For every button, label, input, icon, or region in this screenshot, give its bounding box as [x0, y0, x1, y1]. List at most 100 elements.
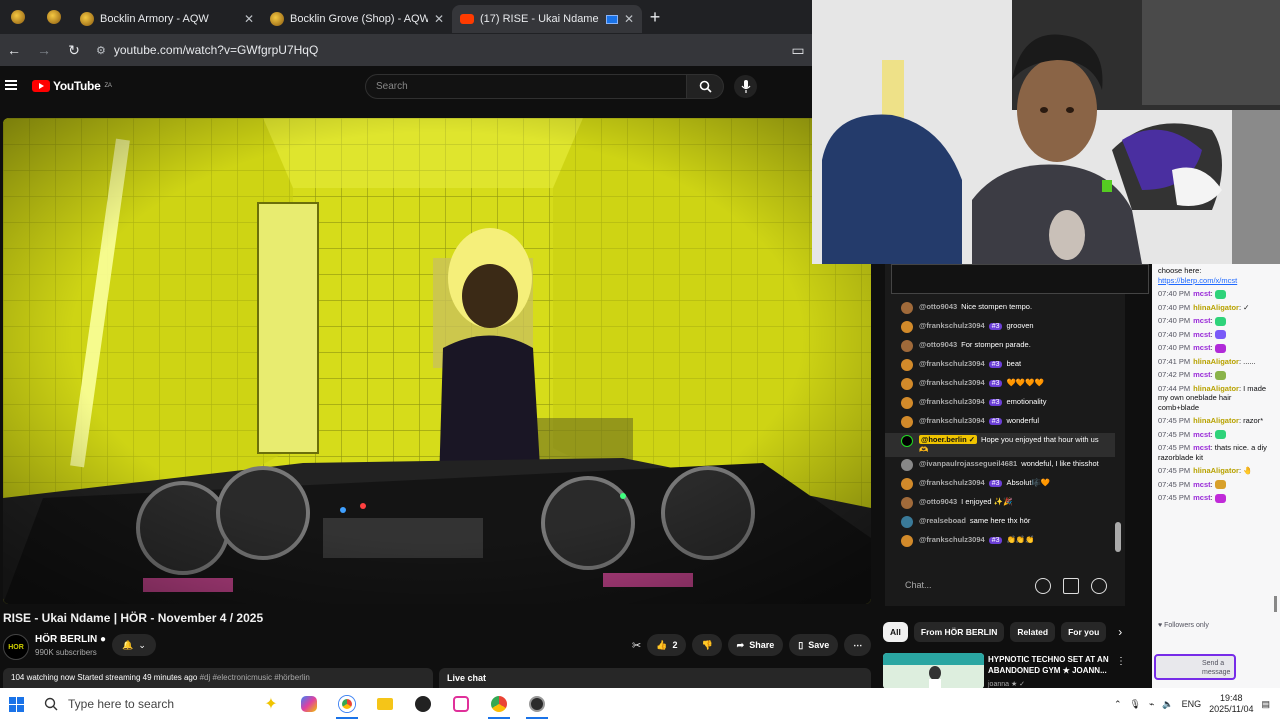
- back-arrow-icon[interactable]: ←: [6, 42, 22, 58]
- chat-author-avatar[interactable]: [901, 397, 913, 409]
- steam-icon[interactable]: [404, 688, 442, 720]
- chat-author-avatar[interactable]: [901, 340, 913, 352]
- forward-arrow-icon[interactable]: →: [36, 42, 52, 58]
- channel-name[interactable]: HÖR BERLIN ●: [35, 634, 106, 645]
- volume-icon[interactable]: 🔈: [1162, 699, 1173, 710]
- emoji-icon[interactable]: [1035, 578, 1051, 594]
- video-player[interactable]: [3, 118, 871, 604]
- stream-chat-username[interactable]: mcst: [1193, 430, 1211, 439]
- chat-author-avatar[interactable]: [901, 516, 913, 528]
- chat-author-name[interactable]: @frankschulz3094: [919, 478, 985, 487]
- share-button[interactable]: ➦ Share: [727, 634, 784, 656]
- chat-author-name[interactable]: @otto9043: [919, 497, 957, 506]
- like-button[interactable]: 👍 2: [647, 634, 687, 656]
- subscription-bell-button[interactable]: 🔔 ⌄: [112, 634, 156, 656]
- stream-chat-username[interactable]: mcst: [1193, 493, 1211, 502]
- chrome-icon[interactable]: [328, 688, 366, 720]
- tab-bocklin-armory[interactable]: Bocklin Armory - AQW ✕: [72, 5, 262, 33]
- chat-author-avatar[interactable]: [901, 378, 913, 390]
- stream-chat-username[interactable]: mcst: [1193, 289, 1211, 298]
- chip-for-you[interactable]: For you: [1061, 622, 1107, 642]
- sparkle-widget-icon[interactable]: ✦: [252, 688, 290, 720]
- related-video-thumbnail[interactable]: [883, 653, 984, 689]
- close-tab-icon[interactable]: ✕: [624, 12, 634, 26]
- pinned-tab-1[interactable]: [0, 0, 36, 34]
- cast-icon[interactable]: ▭: [790, 42, 806, 59]
- chat-author-name[interactable]: @frankschulz3094: [919, 397, 985, 406]
- voice-search-button[interactable]: [734, 75, 757, 98]
- chat-author-name[interactable]: @otto9043: [919, 340, 957, 349]
- new-tab-button[interactable]: +: [642, 7, 668, 28]
- chat-author-name[interactable]: @frankschulz3094: [919, 359, 985, 368]
- chat-author-avatar[interactable]: [901, 497, 913, 509]
- chat-author-avatar[interactable]: [901, 302, 913, 314]
- tab-youtube-active[interactable]: (17) RISE - Ukai Ndame | HÖ ✕: [452, 5, 642, 33]
- chat-author-avatar[interactable]: [901, 459, 913, 471]
- stream-chat-username[interactable]: hlinaAligator: [1193, 416, 1239, 425]
- copilot-icon[interactable]: [290, 688, 328, 720]
- hamburger-menu-icon[interactable]: [5, 80, 17, 90]
- related-video-title[interactable]: HYPNOTIC TECHNO SET AT AN ABANDONED GYM …: [988, 654, 1116, 676]
- chip-related[interactable]: Related: [1010, 622, 1056, 642]
- network-icon[interactable]: ⌁: [1149, 699, 1154, 710]
- stream-chat-username[interactable]: hlinaAligator: [1193, 357, 1239, 366]
- chat-author-name[interactable]: @ivanpaulrojassegueil4681: [919, 459, 1017, 468]
- clock[interactable]: 19:48 2025/11/04: [1209, 693, 1253, 715]
- channel-avatar[interactable]: HOR: [3, 634, 29, 660]
- super-chat-icon[interactable]: [1063, 578, 1079, 594]
- description-box[interactable]: 104 watching now Started streaming 49 mi…: [3, 668, 433, 690]
- start-button[interactable]: [0, 688, 32, 720]
- close-tab-icon[interactable]: ✕: [434, 12, 444, 26]
- chip-from-channel[interactable]: From HÖR BERLIN: [913, 622, 1005, 642]
- stream-chat-username[interactable]: mcst: [1193, 480, 1211, 489]
- stream-chat-username[interactable]: mcst: [1193, 343, 1211, 352]
- chat-author-avatar[interactable]: [901, 478, 913, 490]
- stream-chat-username[interactable]: mcst: [1193, 330, 1211, 339]
- chat-author-avatar[interactable]: [901, 359, 913, 371]
- chat-author-avatar[interactable]: [901, 416, 913, 428]
- tab-bocklin-grove[interactable]: Bocklin Grove (Shop) - AQW ✕: [262, 5, 452, 33]
- file-explorer-icon[interactable]: [366, 688, 404, 720]
- taskbar-search[interactable]: Type here to search: [32, 688, 252, 720]
- stream-chat-username[interactable]: hlinaAligator: [1193, 466, 1239, 475]
- chat-input[interactable]: Chat...: [897, 573, 1117, 599]
- stream-chat-input[interactable]: Send a message: [1154, 654, 1236, 680]
- chevron-up-icon[interactable]: ⌃: [1114, 699, 1122, 710]
- close-tab-icon[interactable]: ✕: [244, 12, 254, 26]
- pinned-tab-2[interactable]: [36, 0, 72, 34]
- chat-author-avatar[interactable]: [901, 535, 913, 547]
- obs-icon[interactable]: [518, 688, 556, 720]
- language-indicator[interactable]: ENG: [1182, 699, 1202, 709]
- chat-author-avatar[interactable]: [901, 435, 913, 447]
- site-info-icon[interactable]: ⚙: [96, 44, 106, 57]
- stream-chat-username[interactable]: mcst: [1193, 443, 1211, 452]
- stream-chat-username[interactable]: mcst: [1193, 316, 1211, 325]
- chat-author-name[interactable]: @hoer.berlin ✓: [919, 435, 978, 444]
- chevron-right-icon[interactable]: ›: [1118, 625, 1122, 639]
- reload-icon[interactable]: ↻: [66, 42, 82, 59]
- chat-author-name[interactable]: @otto9043: [919, 302, 957, 311]
- chat-author-name[interactable]: @realseboad: [919, 516, 966, 525]
- chat-author-name[interactable]: @frankschulz3094: [919, 321, 985, 330]
- chip-all[interactable]: All: [883, 622, 908, 642]
- chat-author-avatar[interactable]: [901, 321, 913, 333]
- youtube-logo[interactable]: YouTube ZA: [32, 79, 112, 93]
- snipping-tool-icon[interactable]: [442, 688, 480, 720]
- live-chat-header[interactable]: Live chat: [439, 668, 871, 690]
- url-field[interactable]: ⚙ youtube.com/watch?v=GWfgrpU7HqQ: [96, 43, 776, 57]
- stream-chat-username[interactable]: hlinaAligator: [1193, 384, 1239, 393]
- dislike-button[interactable]: 👎: [692, 634, 722, 656]
- stream-chat-link[interactable]: https://blerp.com/x/mcst: [1158, 276, 1237, 285]
- chat-author-name[interactable]: @frankschulz3094: [919, 378, 985, 387]
- microphone-tray-icon[interactable]: 🎙: [1130, 699, 1141, 710]
- more-vert-icon[interactable]: ⋮: [1116, 656, 1126, 667]
- heart-icon[interactable]: [1091, 578, 1107, 594]
- more-actions-button[interactable]: ⋯: [844, 634, 872, 656]
- stream-chat-scrollbar[interactable]: [1274, 596, 1277, 612]
- save-button[interactable]: ▯ Save: [789, 634, 839, 656]
- chrome-profile-icon[interactable]: [480, 688, 518, 720]
- search-button[interactable]: [686, 74, 724, 99]
- clip-icon[interactable]: ✂: [632, 639, 641, 652]
- chat-author-name[interactable]: @frankschulz3094: [919, 416, 985, 425]
- search-input[interactable]: Search: [365, 74, 687, 99]
